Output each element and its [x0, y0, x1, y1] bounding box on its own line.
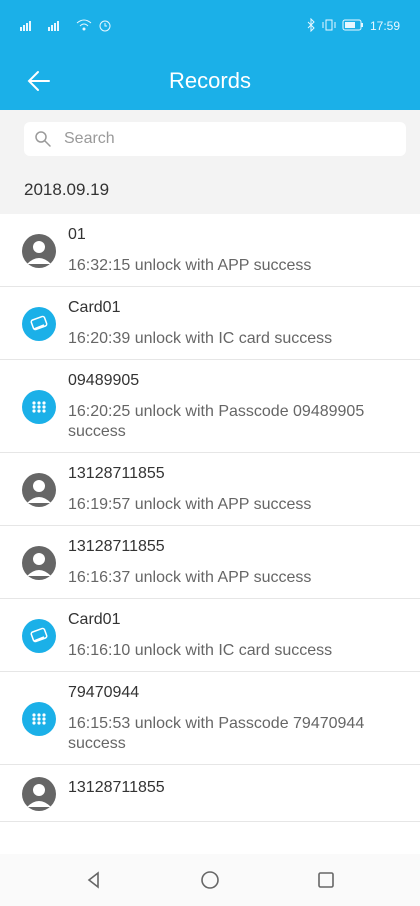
signal-icon	[48, 19, 70, 34]
user-avatar-icon	[22, 473, 56, 507]
record-desc: 16:19:57 unlock with APP success	[68, 496, 312, 513]
record-item[interactable]: 13128711855 16:16:37 unlock with APP suc…	[0, 526, 420, 599]
card-icon	[22, 307, 56, 341]
app: 17:59 Records 2018.09.19 01 1	[0, 0, 420, 906]
record-item[interactable]: Card01 16:16:10 unlock with IC card succ…	[0, 599, 420, 672]
user-avatar-icon	[22, 546, 56, 580]
battery-icon	[342, 19, 364, 34]
app-bar: Records	[0, 52, 420, 110]
record-name: 13128711855	[68, 779, 165, 796]
user-avatar-icon	[22, 234, 56, 268]
record-name: 09489905	[68, 372, 140, 389]
nav-home-button[interactable]	[198, 868, 222, 892]
search-box[interactable]	[24, 122, 406, 156]
status-left	[20, 18, 112, 35]
triangle-back-icon	[87, 871, 99, 889]
vibrate-icon	[322, 19, 336, 34]
back-arrow-icon	[27, 71, 50, 91]
record-desc: 16:20:25 unlock with Passcode 09489905 s…	[68, 403, 365, 440]
record-item[interactable]: 79470944 16:15:53 unlock with Passcode 7…	[0, 672, 420, 765]
record-texts: 13128711855	[68, 779, 165, 809]
page-title: Records	[169, 68, 251, 93]
record-desc: 16:16:10 unlock with IC card success	[68, 642, 333, 659]
record-texts: 13128711855 16:16:37 unlock with APP suc…	[68, 538, 311, 588]
record-name: Card01	[68, 299, 121, 316]
record-texts: 13128711855 16:19:57 unlock with APP suc…	[68, 465, 311, 515]
alarm-icon	[98, 18, 112, 35]
date-section-header: 2018.09.19	[0, 166, 420, 214]
record-name: 01	[68, 226, 86, 243]
nav-recents-button[interactable]	[314, 868, 338, 892]
record-desc: 16:32:15 unlock with APP success	[68, 257, 312, 274]
record-name: 13128711855	[68, 465, 165, 482]
records-list: 01 16:32:15 unlock with APP success Card…	[0, 214, 420, 822]
record-texts: Card01 16:20:39 unlock with IC card succ…	[68, 299, 332, 349]
circle-home-icon	[201, 871, 219, 889]
user-avatar-icon	[22, 777, 56, 811]
record-desc: 16:20:39 unlock with IC card success	[68, 330, 333, 347]
record-item[interactable]: 09489905 16:20:25 unlock with Passcode 0…	[0, 360, 420, 453]
search-input[interactable]	[62, 129, 396, 149]
record-texts: Card01 16:16:10 unlock with IC card succ…	[68, 611, 332, 661]
record-texts: 09489905 16:20:25 unlock with Passcode 0…	[68, 372, 406, 442]
record-item[interactable]: 13128711855 16:19:57 unlock with APP suc…	[0, 453, 420, 526]
card-icon	[22, 619, 56, 653]
record-desc: 16:15:53 unlock with Passcode 79470944 s…	[68, 715, 365, 752]
record-texts: 01 16:32:15 unlock with APP success	[68, 226, 311, 276]
search-bar	[0, 110, 420, 166]
record-name: 79470944	[68, 684, 140, 701]
square-recents-icon	[318, 872, 334, 888]
record-name: Card01	[68, 611, 121, 628]
back-button[interactable]	[22, 66, 52, 96]
record-desc: 16:16:37 unlock with APP success	[68, 569, 312, 586]
nav-back-button[interactable]	[82, 868, 106, 892]
record-name: 13128711855	[68, 538, 165, 555]
wifi-icon	[76, 19, 92, 34]
system-nav-bar	[0, 854, 420, 906]
record-texts: 79470944 16:15:53 unlock with Passcode 7…	[68, 684, 406, 754]
record-item[interactable]: Card01 16:20:39 unlock with IC card succ…	[0, 287, 420, 360]
signal-icon	[20, 19, 42, 34]
status-right: 17:59	[306, 17, 400, 35]
record-item[interactable]: 13128711855	[0, 765, 420, 822]
keypad-icon	[22, 702, 56, 736]
record-item[interactable]: 01 16:32:15 unlock with APP success	[0, 214, 420, 287]
status-time: 17:59	[369, 19, 400, 33]
bluetooth-icon	[306, 17, 316, 35]
keypad-icon	[22, 390, 56, 424]
status-bar: 17:59	[0, 0, 420, 52]
search-icon	[35, 131, 51, 147]
